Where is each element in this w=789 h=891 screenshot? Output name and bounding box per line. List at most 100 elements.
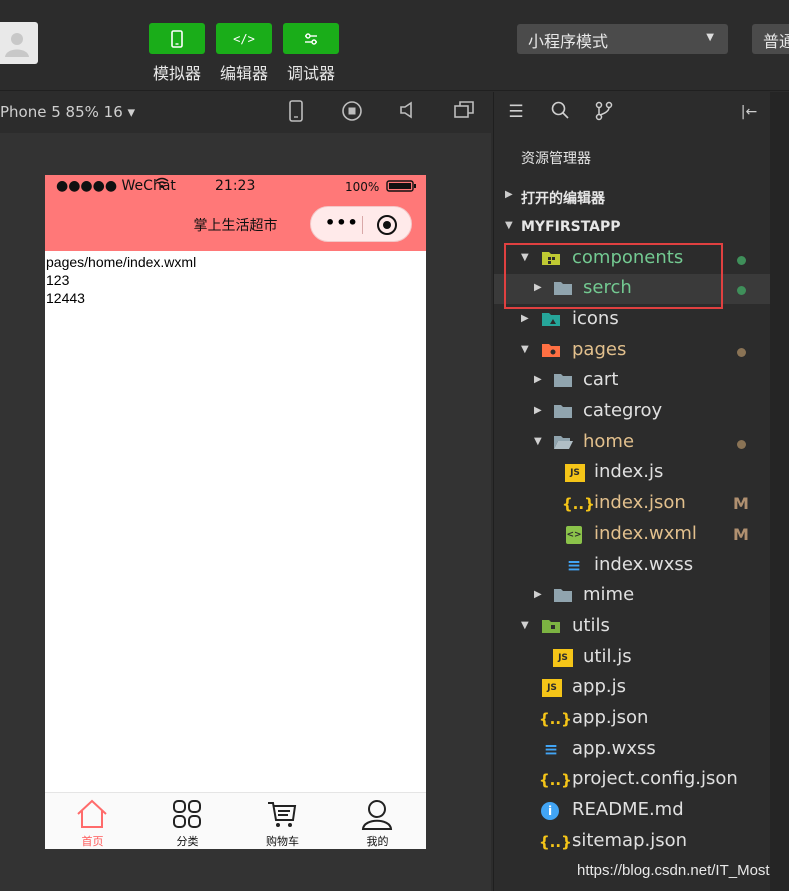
tree-item-sitemap[interactable]: {..} sitemap.json (494, 827, 771, 857)
tab-cart[interactable]: 购物车 (235, 793, 330, 850)
tree-item-icons[interactable]: ▶ icons (494, 305, 771, 335)
editor-button[interactable]: </> (216, 23, 272, 54)
js-file-icon: JS (565, 464, 585, 482)
git-status-dot (737, 256, 746, 265)
branch-icon[interactable] (593, 101, 615, 123)
simulator-button[interactable] (149, 23, 205, 54)
page-content: pages/home/index.wxml 123 12443 (46, 253, 196, 307)
simulator-label: 模拟器 (152, 64, 201, 83)
git-status-dot (737, 440, 746, 449)
tree-item-label: app.wxss (572, 738, 656, 759)
project-name: MYFIRSTAPP (521, 219, 621, 235)
utils-folder-icon (541, 618, 561, 636)
close-record-icon[interactable] (377, 215, 397, 235)
list-icon[interactable]: ☰ (505, 101, 527, 123)
tab-mine[interactable]: 我的 (330, 793, 425, 850)
tree-item-label: index.json (594, 492, 686, 513)
debugger-button[interactable] (283, 23, 339, 54)
simulator-toolbar: Phone 5 85% 16 ▾ (0, 92, 491, 133)
speaker-icon[interactable] (396, 100, 420, 124)
tree-item-label: index.wxss (594, 554, 694, 575)
tree-item-serch[interactable]: ▶ serch (494, 274, 771, 304)
tree-item-util-js[interactable]: JS util.js (494, 643, 771, 673)
tab-bar: 首页 分类 购物车 我的 (45, 792, 426, 849)
tree-item-categroy[interactable]: ▶ categroy (494, 397, 771, 427)
tree-item-pages[interactable]: ▼ pages (494, 336, 771, 366)
file-explorer: ☰ |← 资源管理器 ▶ 打开的编辑器 ▼ MYFIRSTAPP ▼ compo… (493, 92, 771, 891)
device-select[interactable]: Phone 5 85% 16 ▾ (0, 103, 135, 121)
more-icon[interactable]: ••• (325, 213, 359, 232)
tree-item-label: project.config.json (572, 768, 738, 789)
avatar[interactable] (0, 22, 38, 64)
mode-select-value: 小程序模式 (528, 32, 609, 51)
json-file-icon: {..} (562, 495, 595, 513)
chevron-right-icon: ▶ (521, 313, 529, 324)
tree-item-index-wxml[interactable]: <> index.wxml M (494, 520, 771, 550)
pages-folder-icon (541, 342, 561, 360)
user-icon (361, 800, 393, 830)
phone-outline-icon[interactable] (284, 100, 308, 124)
tree-item-app-js[interactable]: JS app.js (494, 673, 771, 703)
folder-icon (553, 280, 573, 298)
json-file-icon: {..} (539, 771, 572, 789)
tree-item-label: app.js (572, 676, 626, 697)
tree-item-label: home (583, 431, 635, 452)
tree-item-index-wxss[interactable]: ≡ index.wxss (494, 551, 771, 581)
js-file-icon: JS (553, 649, 573, 667)
stop-record-icon[interactable] (340, 100, 364, 124)
status-bar: ●●●●● WeChat 21:23 100% (45, 175, 426, 199)
chevron-down-icon: ▼ (505, 220, 513, 231)
collapse-panel-icon[interactable]: |← (738, 101, 760, 123)
tree-item-label: components (572, 247, 684, 268)
tree-item-project-config[interactable]: {..} project.config.json (494, 765, 771, 795)
tree-item-utils[interactable]: ▼ utils (494, 612, 771, 642)
tree-item-app-wxss[interactable]: ≡ app.wxss (494, 735, 771, 765)
folder-icon (553, 403, 573, 421)
home-icon (77, 799, 107, 828)
cart-icon (268, 802, 297, 827)
json-file-icon: {..} (539, 833, 572, 851)
wifi-icon (155, 177, 169, 193)
tree-item-cart[interactable]: ▶ cart (494, 366, 771, 396)
tab-label: 分类 (176, 835, 199, 848)
explorer-title: 资源管理器 (521, 151, 591, 167)
tree-item-label: mime (583, 584, 635, 605)
project-section[interactable]: ▼ MYFIRSTAPP (494, 214, 771, 242)
detach-window-icon[interactable] (452, 100, 476, 124)
folder-open-icon (553, 434, 573, 452)
tree-item-mime[interactable]: ▶ mime (494, 581, 771, 611)
folder-icon (553, 372, 573, 390)
chevron-down-icon: ▼ (521, 344, 529, 355)
open-editors-section[interactable]: ▶ 打开的编辑器 (494, 183, 771, 211)
status-time: 21:23 (215, 178, 256, 194)
page-line: 123 (46, 272, 70, 288)
chevron-right-icon: ▶ (534, 589, 542, 600)
tree-item-index-json[interactable]: {..} index.json M (494, 489, 771, 519)
git-status-dot (737, 348, 746, 357)
tree-item-readme[interactable]: i README.md (494, 796, 771, 826)
tab-home[interactable]: 首页 (45, 793, 140, 850)
chevron-right-icon: ▶ (534, 405, 542, 416)
chevron-down-icon: ▼ (521, 252, 529, 263)
tree-item-components[interactable]: ▼ components (494, 244, 771, 274)
battery-icon (386, 180, 418, 196)
wxml-file-icon: <> (566, 526, 582, 544)
images-folder-icon (541, 311, 561, 329)
chevron-down-icon: ▼ (534, 436, 542, 447)
tree-item-app-json[interactable]: {..} app.json (494, 704, 771, 734)
top-toolbar: </> 模拟器 编辑器 调试器 小程序模式 ▼ 普通 (0, 0, 789, 91)
compile-mode-button[interactable]: 普通 (752, 24, 789, 54)
tree-item-home[interactable]: ▼ home (494, 428, 771, 458)
css-file-icon: ≡ (543, 740, 559, 760)
modified-badge: M (733, 525, 749, 544)
tree-item-index-js[interactable]: JS index.js (494, 458, 771, 488)
folder-icon (553, 587, 573, 605)
mode-select[interactable]: 小程序模式 ▼ (517, 24, 728, 54)
search-icon[interactable] (549, 101, 571, 123)
chevron-down-icon: ▼ (706, 32, 714, 43)
watermark: https://blog.csdn.net/IT_Most (577, 862, 770, 879)
phone-screen: ●●●●● WeChat 21:23 100% 掌上生活超市 ••• pages… (45, 175, 426, 849)
tab-category[interactable]: 分类 (140, 793, 235, 850)
tree-item-label: util.js (583, 646, 632, 667)
tree-item-label: cart (583, 369, 619, 390)
